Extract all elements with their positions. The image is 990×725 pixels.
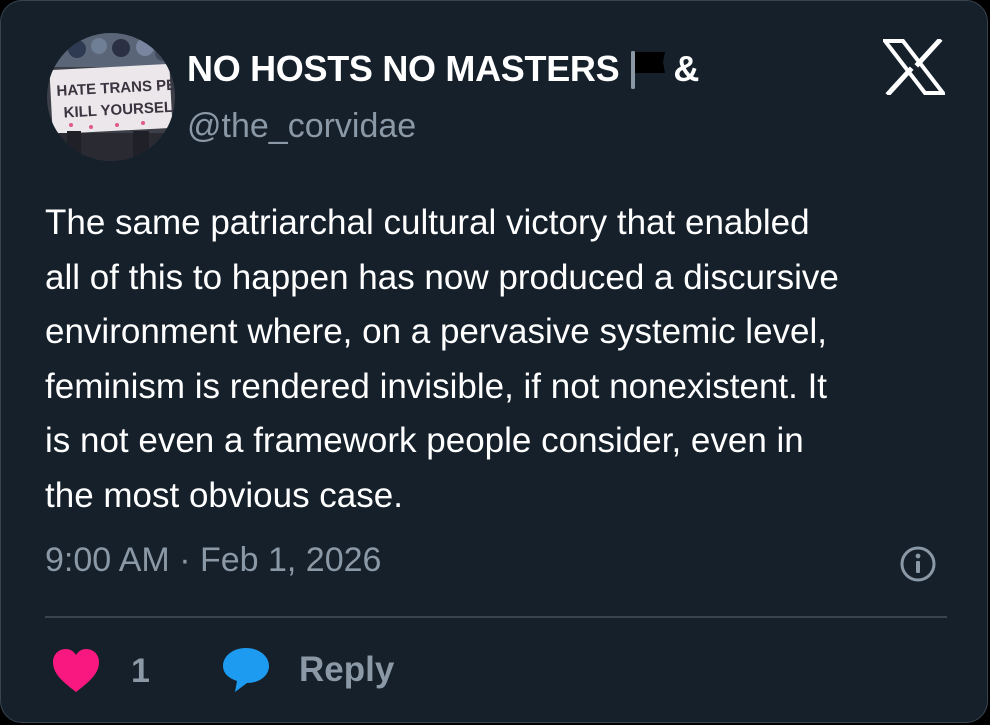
like-button[interactable]: 1 (51, 647, 150, 695)
tweet-text-line: the most obvious case. (45, 475, 403, 515)
x-logo-icon[interactable] (883, 39, 945, 95)
tweet-text-line: feminism is rendered invisible, if not n… (45, 366, 828, 406)
tweet-text-line: environment where, on a pervasive system… (45, 312, 828, 351)
heart-icon (53, 649, 99, 692)
tweet-text-line: The same patriarchal cultural victory th… (45, 203, 810, 242)
display-name-text: NO HOSTS NO MASTERS (187, 48, 620, 89)
user-handle[interactable]: @the_corvidae (187, 107, 416, 146)
reply-bubble-icon (223, 648, 269, 692)
tweet-text: The same patriarchal cultural victory th… (45, 196, 955, 523)
display-name[interactable]: NO HOSTS NO MASTERS & (187, 47, 699, 91)
reply-button[interactable]: Reply (221, 645, 394, 695)
avatar-image: HATE TRANS PEOPLE? KILL YOURSELF! (47, 33, 175, 161)
reply-label: Reply (299, 650, 395, 689)
display-name-suffix: & (673, 48, 700, 89)
like-count: 1 (131, 651, 150, 690)
divider (45, 616, 947, 618)
info-icon[interactable] (899, 545, 937, 583)
black-flag-icon (631, 51, 666, 89)
avatar[interactable]: HATE TRANS PEOPLE? KILL YOURSELF! (47, 33, 175, 161)
tweet-text-line: is not even a framework people consider,… (45, 421, 804, 460)
tweet-card: HATE TRANS PEOPLE? KILL YOURSELF! NO HOS… (0, 0, 988, 723)
tweet-timestamp[interactable]: 9:00 AM · Feb 1, 2026 (45, 541, 381, 580)
tweet-text-line: all of this to happen has now produced a… (45, 257, 839, 297)
